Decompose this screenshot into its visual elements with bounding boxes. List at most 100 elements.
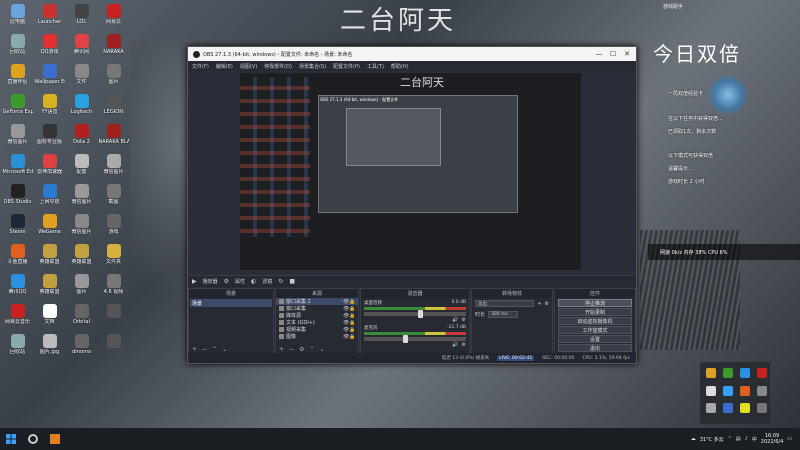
desktop-icon[interactable]: 图标专业版 <box>34 122 65 152</box>
desktop-icon[interactable]: 回收站 <box>2 332 33 362</box>
gear-icon[interactable]: ⚙ <box>224 278 229 285</box>
gear-icon[interactable]: ⚙ <box>545 301 549 307</box>
desktop-icon[interactable]: NARAKA BLADEPOINT <box>98 122 129 152</box>
desktop-icon[interactable]: 英雄联盟 <box>66 242 97 272</box>
gear-icon[interactable]: ⚙ <box>462 342 466 348</box>
desktop-icon[interactable]: Steam <box>2 212 33 242</box>
lock-icon[interactable]: 🔒 <box>349 320 355 326</box>
desktop-icon[interactable]: 图片 <box>66 272 97 302</box>
network-icon[interactable]: ▤ <box>736 436 741 442</box>
desktop-icon[interactable]: GeForce Experience <box>2 92 33 122</box>
desktop-icon[interactable]: 图片 <box>98 62 129 92</box>
play-icon[interactable]: ▶ <box>192 278 197 285</box>
menu-view[interactable]: 视图(V) <box>240 63 257 70</box>
desktop-icon[interactable]: 斗鱼直播 <box>2 242 33 272</box>
add-icon[interactable]: + <box>279 346 284 353</box>
stop-icon[interactable]: ■ <box>289 278 295 285</box>
desktop-icon[interactable]: 网易云 <box>98 2 129 32</box>
volume-slider[interactable] <box>364 310 466 318</box>
source-item[interactable]: 窗口采集 👁 🔒 <box>276 305 358 312</box>
weather-text[interactable]: 31°C 多云 <box>700 436 724 443</box>
desktop-icon[interactable]: 配置 <box>66 152 97 182</box>
ime-indicator[interactable]: 中 <box>752 436 757 443</box>
desktop-icon[interactable]: LOL <box>66 2 97 32</box>
source-item[interactable]: 媒体源 👁 🔒 <box>276 312 358 319</box>
obs-taskbar-button[interactable] <box>22 428 44 450</box>
desktop-icon[interactable]: 网易云音乐 <box>2 302 33 332</box>
properties-button[interactable]: 属性 <box>235 278 245 285</box>
gear-icon[interactable]: ⚙ <box>299 346 304 353</box>
restart-icon[interactable]: ↻ <box>278 278 283 285</box>
duration-input[interactable]: 300 ms <box>488 311 519 318</box>
speaker-icon[interactable]: 🔊 <box>452 342 458 348</box>
usb-tray-icon[interactable] <box>706 385 716 396</box>
maximize-icon[interactable]: ☐ <box>606 47 620 61</box>
menu-tools[interactable]: 工具(T) <box>367 63 384 70</box>
bluetooth-tray-icon[interactable] <box>723 385 733 396</box>
desktop-icon[interactable]: 英雄联盟 <box>34 242 65 272</box>
desktop-icon[interactable]: 文档 <box>34 302 65 332</box>
minimize-icon[interactable]: — <box>592 47 606 61</box>
widget-item[interactable]: 已领取1次，剩余次数 <box>668 128 716 135</box>
desktop-icon[interactable]: Wallpaper Engine <box>34 62 65 92</box>
studio-mode-button[interactable]: 工作室模式 <box>558 326 632 334</box>
speaker-icon[interactable]: ♪ <box>745 436 748 442</box>
source-item[interactable]: 文本 (GDI+) 👁 🔒 <box>276 319 358 326</box>
menu-scene-collection[interactable]: 场景集合(S) <box>299 63 326 70</box>
desktop-icon[interactable]: Launcher <box>34 2 65 32</box>
desktop-icon[interactable]: dmomo <box>66 332 97 362</box>
volume-slider[interactable] <box>364 335 466 343</box>
settings-button[interactable]: 设置 <box>558 335 632 343</box>
desktop-icon[interactable]: QQ游戏 <box>34 32 65 62</box>
remove-icon[interactable]: − <box>289 346 294 353</box>
qq-tray-icon[interactable] <box>740 368 750 378</box>
app-tray-icon[interactable] <box>706 403 716 414</box>
music-tray-icon[interactable] <box>757 368 767 378</box>
app-taskbar-button[interactable] <box>44 428 66 450</box>
desktop-icon[interactable]: 雷神加速器 <box>34 152 65 182</box>
volume-slider-handle[interactable] <box>418 310 424 318</box>
close-icon[interactable]: ✕ <box>620 47 634 61</box>
source-item[interactable]: 图像 👁 🔒 <box>276 333 358 340</box>
desktop-icon[interactable]: WeGame <box>34 212 65 242</box>
preview-canvas[interactable]: 二台阿天 OBS 27.1.3 (64-bit, windows) - 配置文件 <box>240 73 581 270</box>
app-tray-icon[interactable] <box>757 403 767 414</box>
volume-slider-handle[interactable] <box>402 335 408 343</box>
start-recording-button[interactable]: 开始录制 <box>558 308 632 316</box>
desktop-icon[interactable]: YY语音 <box>34 92 65 122</box>
clock[interactable]: 16:09 2022/6/4 <box>761 433 783 445</box>
desktop-icon[interactable]: Logitech <box>66 92 97 122</box>
widget-item[interactable]: 游戏时长 2 小时 <box>668 178 704 185</box>
lock-icon[interactable]: 🔒 <box>349 306 355 312</box>
lock-icon[interactable]: 🔒 <box>349 334 355 340</box>
desktop-icon[interactable]: Dota 2 <box>66 122 97 152</box>
desktop-icon[interactable]: 回收站 <box>2 32 33 62</box>
exit-button[interactable]: 退出 <box>558 344 632 352</box>
desktop-icon[interactable]: 英雄联盟 <box>34 272 65 302</box>
lock-icon[interactable]: 🔒 <box>349 313 355 319</box>
desktop-icon[interactable]: 文件 <box>66 62 97 92</box>
virtual-camera-button[interactable]: 启动虚拟摄像机 <box>558 317 632 325</box>
desktop-icon[interactable]: 4.6 视频 <box>98 272 129 302</box>
add-icon[interactable]: + <box>192 346 197 353</box>
app-tray-icon[interactable] <box>740 403 750 414</box>
desktop-icon[interactable]: 直播伴侣 <box>2 62 33 92</box>
widget-item[interactable]: 以下模式可获得双倍 <box>668 152 713 159</box>
speaker-icon[interactable]: 🔊 <box>452 317 458 323</box>
desktop-icon[interactable]: 微信图片 <box>66 212 97 242</box>
source-item[interactable]: 窗口采集 2 👁 🔒 <box>276 298 358 305</box>
lock-icon[interactable]: 🔒 <box>349 299 355 305</box>
desktop-icon[interactable]: Microsoft Edge <box>2 152 33 182</box>
desktop-icon[interactable] <box>98 302 129 332</box>
gear-icon[interactable]: ⚙ <box>462 317 466 323</box>
desktop-icon[interactable] <box>98 332 129 362</box>
obs-titlebar[interactable]: OBS 27.1.3 (64-bit, windows) - 配置文件: 未命名… <box>188 47 636 61</box>
app-tray-icon[interactable] <box>706 368 716 378</box>
move-up-icon[interactable]: ⌃ <box>212 346 217 353</box>
desktop-icon[interactable]: 截图 <box>98 182 129 212</box>
filter-icon[interactable]: ◐ <box>251 278 256 285</box>
app-tray-icon[interactable] <box>757 385 767 396</box>
lock-icon[interactable]: 🔒 <box>349 327 355 333</box>
desktop-icon[interactable]: 微信图片 <box>98 152 129 182</box>
widget-item[interactable]: 温馨提示... <box>668 165 693 172</box>
